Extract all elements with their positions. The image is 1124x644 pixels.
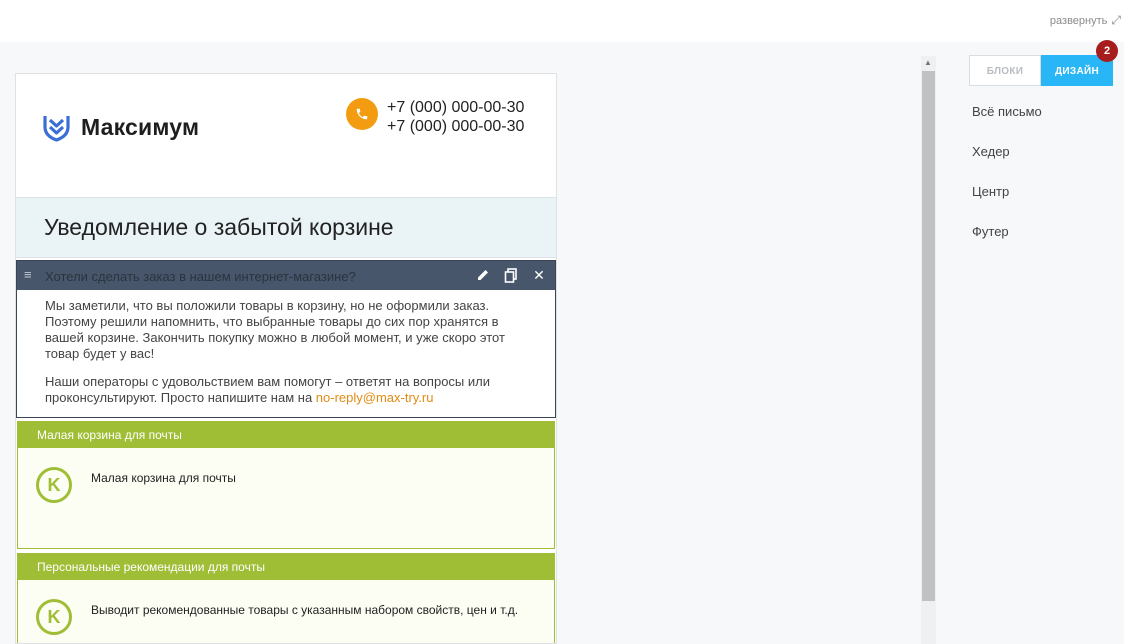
close-icon[interactable]: ✕ [531,266,547,284]
logo: Максимум [43,112,199,142]
email-link[interactable]: no-reply@max-try.ru [316,390,434,405]
email-header[interactable]: Максимум +7 (000) 000-00-30 +7 (000) 000… [16,74,556,196]
widget-small-cart[interactable]: Малая корзина для почты K Малая корзина … [17,421,555,549]
title-banner[interactable]: Уведомление о забытой корзине [16,197,556,258]
expand-icon: ⤢ [1111,13,1121,27]
design-menu: Всё письмо Хедер Центр Футер [972,104,1042,264]
widget-text: Выводит рекомендованные товары с указанн… [91,603,519,617]
logo-text: Максимум [81,113,200,140]
block-caption: Хотели сделать заказ в нашем интернет-ма… [45,269,356,284]
panel-tabs: БЛОКИ ДИЗАЙН 2 [969,40,1118,86]
phone-number: +7 (000) 000-00-30 [387,118,525,135]
widget-badge-icon: K [36,599,72,635]
menu-item-center[interactable]: Центр [972,184,1042,224]
widget-badge-icon: K [36,467,72,503]
block-toolbar: ≡ Хотели сделать заказ в нашем интернет-… [17,261,555,290]
widget-title: Персональные рекомендации для почты [18,554,554,580]
block-actions: ✕ [475,266,547,284]
email-preview: Максимум +7 (000) 000-00-30 +7 (000) 000… [15,73,557,644]
selected-text-block[interactable]: ≡ Хотели сделать заказ в нашем интернет-… [16,260,556,418]
text-content: Мы заметили, что вы положили товары в ко… [45,298,535,418]
edit-icon[interactable] [475,266,491,284]
menu-item-footer[interactable]: Футер [972,224,1042,264]
copy-icon[interactable] [503,266,519,284]
menu-item-header[interactable]: Хедер [972,144,1042,184]
phone-icon [346,98,378,130]
scrollbar[interactable]: ▲ [921,56,936,644]
scroll-up-arrow-icon[interactable]: ▲ [924,58,932,67]
widget-text: Малая корзина для почты [91,471,236,485]
widget-recommendations[interactable]: Персональные рекомендации для почты K Вы… [17,553,555,643]
paragraph: Мы заметили, что вы положили товары в ко… [45,298,505,361]
logo-shield-icon [43,116,70,142]
paragraph: Наши операторы с удовольствием вам помог… [45,374,535,406]
phone-numbers: +7 (000) 000-00-30 +7 (000) 000-00-30 [387,98,524,136]
tab-blocks[interactable]: БЛОКИ [969,55,1041,86]
scroll-thumb[interactable] [922,71,935,601]
drag-handle-icon[interactable]: ≡ [24,267,32,282]
expand-label: развернуть [1049,14,1108,27]
widget-title: Малая корзина для почты [18,422,554,448]
menu-item-whole-letter[interactable]: Всё письмо [972,104,1042,144]
editor-workspace: Максимум +7 (000) 000-00-30 +7 (000) 000… [0,42,937,644]
phone-number: +7 (000) 000-00-30 [387,99,525,116]
banner-title: Уведомление о забытой корзине [44,214,394,240]
top-bar: развернуть ⤢ [0,0,1124,42]
notification-badge: 2 [1096,40,1118,62]
expand-link[interactable]: развернуть ⤢ [1050,13,1121,28]
phone-contacts: +7 (000) 000-00-30 +7 (000) 000-00-30 [346,98,524,136]
design-panel: БЛОКИ ДИЗАЙН 2 Всё письмо Хедер Центр Фу… [937,40,1124,644]
